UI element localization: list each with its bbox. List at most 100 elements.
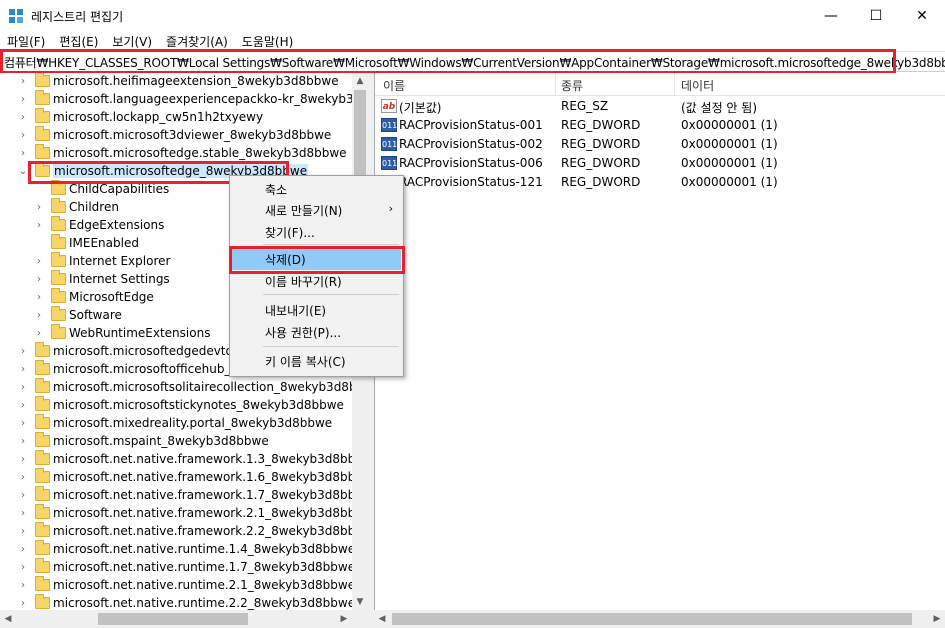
tree-item-label[interactable]: microsoft.microsoftofficehub_8w (53, 362, 248, 376)
menu-favorites[interactable]: 즐겨찾기(A) (159, 31, 235, 51)
tree-item[interactable]: › microsoft.mixedreality.portal_8wekyb3d8… (0, 414, 352, 433)
expand-arrow-icon[interactable]: › (18, 112, 28, 124)
tree-item[interactable]: › microsoft.net.native.framework.1.7_8wek… (0, 486, 368, 505)
tree-item[interactable]: › microsoft.net.native.runtime.1.4_8wekyb… (0, 540, 355, 559)
tree-item-label[interactable]: Children (69, 200, 119, 214)
tree-item-label[interactable]: microsoft.net.native.framework.2.1_8weky… (53, 506, 368, 520)
tree-item-label[interactable]: microsoft.microsoft3dviewer_8wekyb3d8bbw… (53, 128, 331, 142)
expand-arrow-icon[interactable]: › (34, 220, 44, 232)
tree-item-label[interactable]: Internet Settings (69, 272, 170, 286)
tree-item[interactable]: › microsoft.net.native.framework.1.6_8wek… (0, 468, 368, 487)
tree-horizontal-scroll-thumb[interactable] (98, 613, 248, 625)
tree-item-label[interactable]: microsoft.microsoftedge.stable_8wekyb3d8… (53, 146, 347, 160)
maximize-button[interactable]: ☐ (853, 0, 899, 31)
expand-arrow-icon[interactable]: › (18, 598, 28, 610)
expand-arrow-icon[interactable]: › (18, 472, 28, 484)
tree-item[interactable]: › microsoft.languageexperiencepackko-kr_8… (0, 90, 368, 109)
menu-view[interactable]: 보기(V) (105, 31, 159, 51)
tree-item[interactable]: › microsoft.net.native.framework.2.1_8wek… (0, 504, 368, 523)
tree-item-label[interactable]: microsoft.net.native.framework.1.6_8weky… (53, 470, 368, 484)
value-row[interactable]: ab (기본값) REG_SZ (값 설정 안 됨) (375, 97, 945, 116)
tree-item[interactable]: › microsoft.heifimageextension_8wekyb3d8b… (0, 73, 352, 91)
tree-item-label[interactable]: IMEEnabled (69, 236, 139, 250)
column-separator[interactable] (674, 73, 675, 96)
menu-item-copy-key-name[interactable]: 키 이름 복사(C) (232, 350, 401, 372)
tree-item[interactable]: › microsoft.microsoftsolitairecollection_… (0, 378, 368, 397)
expand-arrow-icon[interactable]: › (18, 436, 28, 448)
menu-file[interactable]: 파일(F) (0, 31, 52, 51)
expand-arrow-icon[interactable]: › (34, 328, 44, 340)
tree-item[interactable]: › microsoft.net.native.framework.2.2_8wek… (0, 522, 368, 541)
expand-arrow-icon[interactable]: › (34, 256, 44, 268)
tree-item[interactable]: › microsoft.net.native.framework.1.3_8wek… (0, 450, 368, 469)
tree-item-label[interactable]: microsoft.languageexperiencepackko-kr_8w… (53, 92, 368, 106)
expand-arrow-icon[interactable] (34, 238, 44, 250)
tree-item-label[interactable]: microsoft.net.native.framework.2.2_8weky… (53, 524, 368, 538)
tree-item-label[interactable]: WebRuntimeExtensions (69, 326, 210, 340)
value-row[interactable]: 011 RACProvisionStatus-001 REG_DWORD 0x0000… (375, 116, 945, 135)
menu-item-collapse[interactable]: 축소 (232, 178, 401, 200)
expand-arrow-icon[interactable]: › (18, 400, 28, 412)
expand-arrow-icon[interactable]: › (34, 310, 44, 322)
expand-arrow-icon[interactable]: › (34, 292, 44, 304)
expand-arrow-icon[interactable]: › (34, 202, 44, 214)
expand-arrow-icon[interactable]: › (18, 508, 28, 520)
tree-item-label[interactable]: microsoft.microsoftsolitairecollection_8… (53, 380, 368, 394)
tree-item-label[interactable]: microsoft.net.native.framework.1.3_8weky… (53, 452, 368, 466)
tree-horizontal-scrollbar[interactable]: ◀ ▶ (0, 610, 352, 628)
tree-item-label[interactable]: microsoft.net.native.runtime.1.7_8wekyb3… (53, 560, 355, 574)
expand-arrow-icon[interactable]: › (18, 130, 28, 142)
expand-arrow-icon[interactable]: › (34, 274, 44, 286)
scroll-left-arrow-icon[interactable]: ◀ (0, 610, 16, 628)
tree-item[interactable]: › microsoft.microsoftstickynotes_8wekyb3d… (0, 396, 352, 415)
tree-item-label[interactable]: Internet Explorer (69, 254, 170, 268)
tree-item-label[interactable]: MicrosoftEdge (69, 290, 154, 304)
collapse-arrow-icon[interactable]: ⌄ (18, 166, 28, 178)
expand-arrow-icon[interactable]: › (18, 346, 28, 358)
tree-item[interactable]: › microsoft.mspaint_8wekyb3d8bbwe (0, 432, 352, 451)
tree-item-label[interactable]: microsoft.net.native.framework.1.7_8weky… (53, 488, 368, 502)
tree-item-label[interactable]: microsoft.net.native.runtime.2.1_8wekyb3… (53, 578, 355, 592)
expand-arrow-icon[interactable]: › (18, 562, 28, 574)
tree-item-label[interactable]: microsoft.mixedreality.portal_8wekyb3d8b… (53, 416, 332, 430)
expand-arrow-icon[interactable]: › (18, 580, 28, 592)
tree-item-label[interactable]: microsoft.lockapp_cw5n1h2txyewy (53, 110, 263, 124)
scroll-down-arrow-icon[interactable]: ▼ (352, 594, 368, 610)
column-header-data[interactable]: 데이터 (681, 77, 714, 94)
menu-help[interactable]: 도움말(H) (235, 31, 301, 51)
tree-item[interactable]: › microsoft.net.native.runtime.1.7_8wekyb… (0, 558, 355, 577)
menu-edit[interactable]: 편집(E) (52, 31, 105, 51)
tree-item-label[interactable]: microsoft.net.native.runtime.1.4_8wekyb3… (53, 542, 355, 556)
expand-arrow-icon[interactable]: › (18, 148, 28, 160)
tree-item-label[interactable]: microsoft.net.native.runtime.2.2_8wekyb3… (53, 596, 355, 610)
scroll-left-arrow-icon[interactable]: ◀ (374, 610, 390, 628)
value-row[interactable]: 011RACProvisionStatus-121REG_DWORD0x0000… (375, 173, 945, 192)
expand-arrow-icon[interactable]: › (18, 418, 28, 430)
expand-arrow-icon[interactable]: › (18, 364, 28, 376)
scroll-right-arrow-icon[interactable]: ▶ (929, 610, 945, 628)
expand-arrow-icon[interactable]: › (18, 526, 28, 538)
value-row[interactable]: 011 RACProvisionStatus-006 REG_DWORD 0x0000… (375, 154, 945, 173)
tree-item-label[interactable]: microsoft.heifimageextension_8wekyb3d8bb… (53, 74, 339, 88)
tree-item-label[interactable]: microsoft.microsoftstickynotes_8wekyb3d8… (53, 398, 344, 412)
menu-item-new[interactable]: 새로 만들기(N) › (232, 199, 401, 221)
expand-arrow-icon[interactable]: › (18, 382, 28, 394)
list-horizontal-scroll-thumb[interactable] (392, 613, 912, 625)
expand-arrow-icon[interactable] (34, 184, 44, 196)
column-header-name[interactable]: 이름 (383, 77, 405, 94)
expand-arrow-icon[interactable]: › (18, 490, 28, 502)
column-separator[interactable] (555, 73, 556, 96)
tree-item-label[interactable]: microsoft.microsoftedgedevtools (53, 344, 250, 358)
expand-arrow-icon[interactable]: › (18, 544, 28, 556)
tree-item-label[interactable]: microsoft.mspaint_8wekyb3d8bbwe (53, 434, 269, 448)
value-row[interactable]: 011 RACProvisionStatus-002 REG_DWORD 0x0000… (375, 135, 945, 154)
list-horizontal-scrollbar[interactable]: ◀ ▶ (374, 610, 945, 628)
expand-arrow-icon[interactable]: › (18, 94, 28, 106)
tree-item-label[interactable]: EdgeExtensions (69, 218, 164, 232)
menu-item-export[interactable]: 내보내기(E) (232, 299, 401, 321)
tree-item[interactable]: › microsoft.lockapp_cw5n1h2txyewy (0, 108, 352, 127)
close-button[interactable]: ✕ (899, 0, 945, 31)
expand-arrow-icon[interactable]: › (18, 76, 28, 88)
tree-item-label[interactable]: Software (69, 308, 122, 322)
scroll-right-arrow-icon[interactable]: ▶ (336, 610, 352, 628)
